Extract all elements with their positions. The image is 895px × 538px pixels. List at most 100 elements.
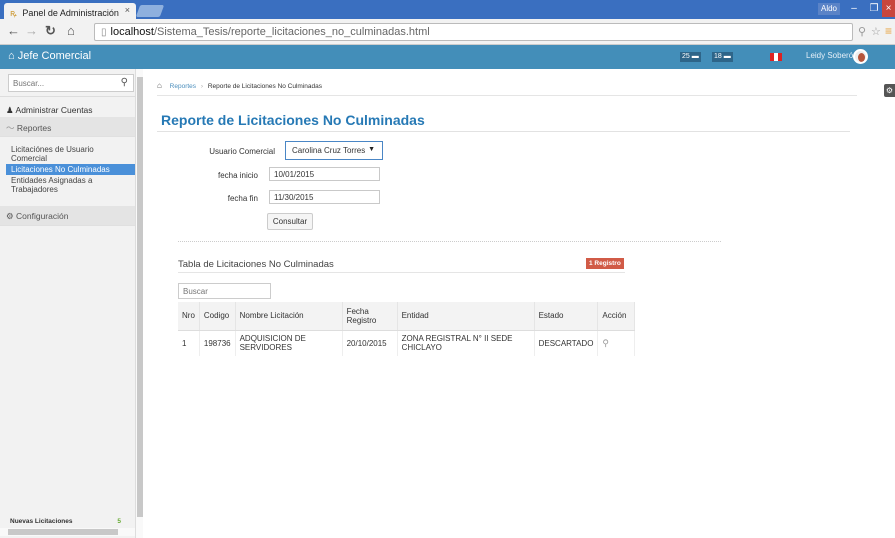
column-header-nro[interactable]: Nro [178,302,200,331]
gear-icon: ⚙ [885,86,894,95]
scroll-thumb[interactable] [8,529,118,535]
record-count-badge: 1 Registro [586,258,624,269]
tab-close-icon[interactable]: × [125,5,130,15]
fecha-inicio-label: fecha inicio [217,171,258,180]
divider [178,241,721,242]
notifications-badge[interactable]: 18 ▬ [712,52,733,62]
magnifier-icon[interactable]: ⚲ [602,338,609,348]
bell-icon: ▬ [723,53,731,60]
breadcrumb-separator: › [200,83,204,90]
new-bids-link[interactable]: Nuevas Licitaciones 5 [0,516,135,528]
search-icon[interactable]: ⚲ [121,77,128,88]
column-header-codigo[interactable]: Codigo [199,302,236,331]
sidebar-subitem-licitaciones-usuario[interactable]: Licitaciónes de Usuario Comercial [6,144,135,164]
cell-fecha: 20/10/2015 [342,330,398,356]
cell-accion: ⚲ [597,330,636,356]
fecha-fin-label: fecha fin [227,194,258,203]
user-name: Leidy Soberón [806,51,858,60]
breadcrumb-current: Reporte de Licitaciones No Culminadas [207,83,323,90]
url-path: /Sistema_Tesis/reporte_licitaciones_no_c… [153,26,430,38]
column-header-accion[interactable]: Acción [597,302,636,331]
reports-icon: 〜 [6,123,15,133]
page-icon: ▯ [101,27,107,38]
consultar-button[interactable]: Consultar [267,213,313,230]
cell-entidad: ZONA REGISTRAL N° II SEDE CHICLAYO [397,330,535,356]
close-window-icon[interactable]: × [882,0,895,17]
brand-label: Jefe Comercial [17,50,92,62]
cell-nombre: ADQUISICION DE SERVIDORES [235,330,343,356]
back-arrow-icon[interactable]: ← [7,24,20,38]
sidebar-search: ⚲ [8,74,134,92]
caret-down-icon: ▼ [368,146,375,153]
sidebar-item-reportes[interactable]: 〜 Reportes [0,117,135,137]
breadcrumb: ⌂ Reportes › Reporte de Licitaciones No … [157,78,857,96]
browser-tab[interactable]: ꝶ Panel de Administración × [4,3,136,19]
main-content: ⌂ Reportes › Reporte de Licitaciones No … [143,69,895,538]
results-table: Nro Codigo Nombre Licitación Fecha Regis… [178,302,636,356]
column-header-estado[interactable]: Estado [534,302,599,331]
sidebar-item-label: Reportes [16,123,52,133]
profile-button[interactable]: Aldo [818,3,840,15]
cell-estado: DESCARTADO [534,330,599,356]
cell-nro: 1 [178,330,200,356]
divider [178,272,625,273]
usuario-label: Usuario Comercial [209,147,275,156]
column-header-nombre[interactable]: Nombre Licitación [235,302,343,331]
minimize-icon[interactable]: – [844,0,864,17]
url-input[interactable]: ▯ localhost/Sistema_Tesis/reporte_licitac… [94,23,853,41]
table-title: Tabla de Licitaciones No Culminadas [178,259,334,270]
home-icon[interactable]: ⌂ [157,81,162,90]
app-navbar: ⌂ Jefe Comercial 25 ▬ 18 ▬ Leidy Soberón [0,45,895,69]
restore-icon[interactable]: ❐ [864,0,884,17]
home-icon: ⌂ [8,50,18,62]
envelope-icon: ▬ [691,53,699,60]
sidebar-item-label: Administrar Cuentas [15,105,93,115]
sidebar: ⚲ ♟ Administrar Cuentas 〜 Reportes Licit… [0,69,143,538]
sidebar-subitem-entidades-asignadas[interactable]: Entidades Asignadas a Trabajadores [6,175,135,195]
cell-codigo: 198736 [199,330,236,356]
new-tab-button[interactable] [135,5,165,17]
mail-badge[interactable]: 25 ▬ [680,52,701,62]
favicon-icon: ꝶ [10,8,17,18]
tab-title: Panel de Administración [22,8,119,18]
reload-icon[interactable]: ↻ [45,24,56,38]
new-bids-label: Nuevas Licitaciones [10,518,73,525]
table-row: 1 198736 ADQUISICION DE SERVIDORES 20/10… [178,330,636,356]
brand[interactable]: ⌂ Jefe Comercial [8,50,91,62]
sidebar-search-input[interactable] [9,75,109,91]
table-search-input[interactable] [178,283,271,299]
usuario-select[interactable]: Carolina Cruz Torres ▼ [285,141,383,160]
user-menu[interactable]: Leidy Soberón [806,51,858,60]
sidebar-horizontal-scrollbar[interactable] [0,528,135,536]
sidebar-subitem-no-culminadas[interactable]: Licitaciones No Culminadas [6,164,135,175]
url-host: localhost [110,26,154,38]
sidebar-item-label: Configuración [16,211,69,221]
new-bids-count: 5 [117,518,121,525]
divider [157,131,850,132]
forward-arrow-icon[interactable]: → [25,24,38,38]
column-header-fecha[interactable]: Fecha Registro [342,302,398,331]
avatar[interactable] [853,49,868,64]
address-bar-row: ← → ↻ ⌂ ▯ localhost/Sistema_Tesis/reporte… [0,19,895,45]
language-flag-icon[interactable] [770,53,782,61]
page-title: Reporte de Licitaciones No Culminadas [161,112,425,128]
fecha-fin-input[interactable] [269,190,380,204]
settings-toggle-button[interactable]: ⚙ [884,84,895,97]
menu-icon[interactable]: ≡ [885,24,892,38]
breadcrumb-link-reportes[interactable]: Reportes [170,83,196,90]
column-header-entidad[interactable]: Entidad [397,302,535,331]
star-icon[interactable]: ☆ [871,25,881,38]
divider [0,96,135,97]
notif-count: 18 [714,53,722,60]
sidebar-item-configuracion[interactable]: ⚙ Configuración [0,206,135,226]
usuario-select-value: Carolina Cruz Torres [292,146,366,155]
table-header-row: Nro Codigo Nombre Licitación Fecha Regis… [178,302,636,331]
sidebar-scrollbar[interactable] [135,69,143,538]
user-icon: ♟ [6,105,14,115]
home-icon[interactable]: ⌂ [67,24,75,38]
gear-icon: ⚙ [6,211,14,221]
mail-count: 25 [682,53,690,60]
browser-tab-bar: ꝶ Panel de Administración × Aldo – ❐ × [0,0,895,19]
fecha-inicio-input[interactable] [269,167,380,181]
search-icon[interactable]: ⚲ [858,25,866,38]
